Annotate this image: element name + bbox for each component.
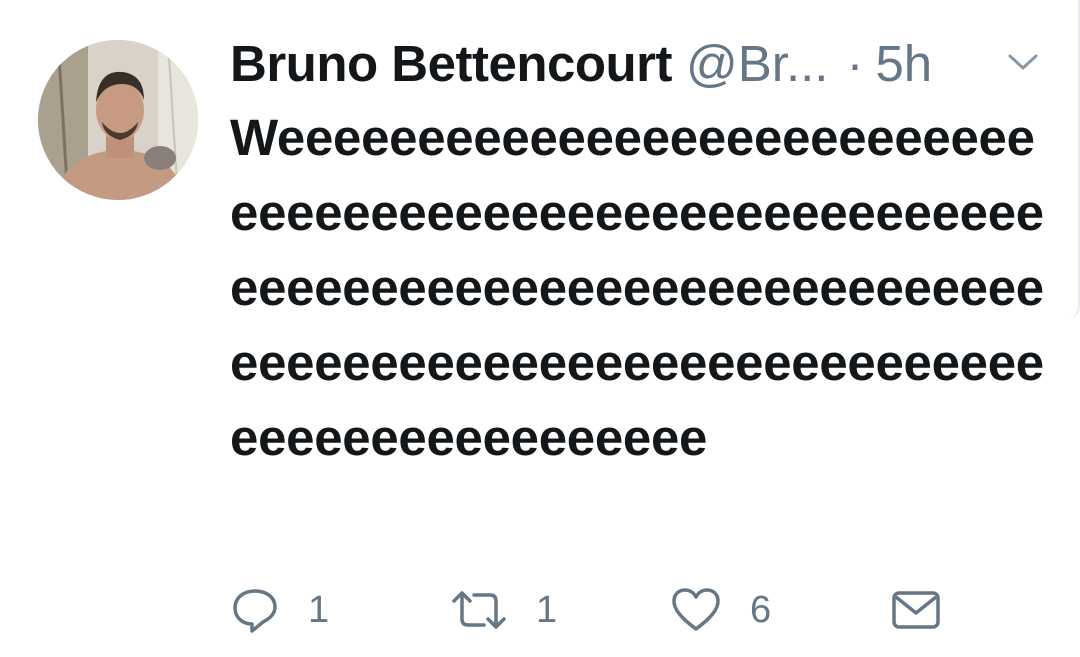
reply-button[interactable]: 1	[230, 580, 329, 640]
envelope-icon	[892, 591, 940, 629]
tweet-text: Weeeeeeeeeeeeeeeeeeeeeeeeeeeeeeeeeeeeeee…	[230, 109, 1044, 466]
chevron-down-icon[interactable]	[1006, 50, 1040, 74]
direct-message-button[interactable]	[890, 580, 942, 640]
retweet-button[interactable]: 1	[450, 580, 557, 640]
tweet-time[interactable]: 5h	[875, 34, 932, 93]
like-count: 6	[750, 588, 772, 631]
reply-count: 1	[308, 588, 330, 631]
heart-icon	[672, 588, 720, 631]
action-bar: 1 1 6	[230, 580, 950, 640]
avatar[interactable]	[38, 40, 198, 200]
reply-icon	[233, 589, 277, 633]
avatar-photo	[38, 40, 198, 200]
author-name[interactable]: Bruno Bettencourt	[230, 34, 672, 93]
retweet-icon	[452, 591, 506, 629]
separator-dot: ·	[846, 34, 864, 92]
author-handle[interactable]: @Br...	[686, 34, 828, 93]
retweet-count: 1	[536, 588, 558, 631]
like-button[interactable]: 6	[670, 580, 771, 640]
card-edge	[1064, 0, 1080, 320]
tweet-header: Bruno Bettencourt @Br... · 5h	[230, 28, 1060, 98]
tweet-card[interactable]: Bruno Bettencourt @Br... · 5h Weeeeeeeee…	[0, 0, 1080, 657]
